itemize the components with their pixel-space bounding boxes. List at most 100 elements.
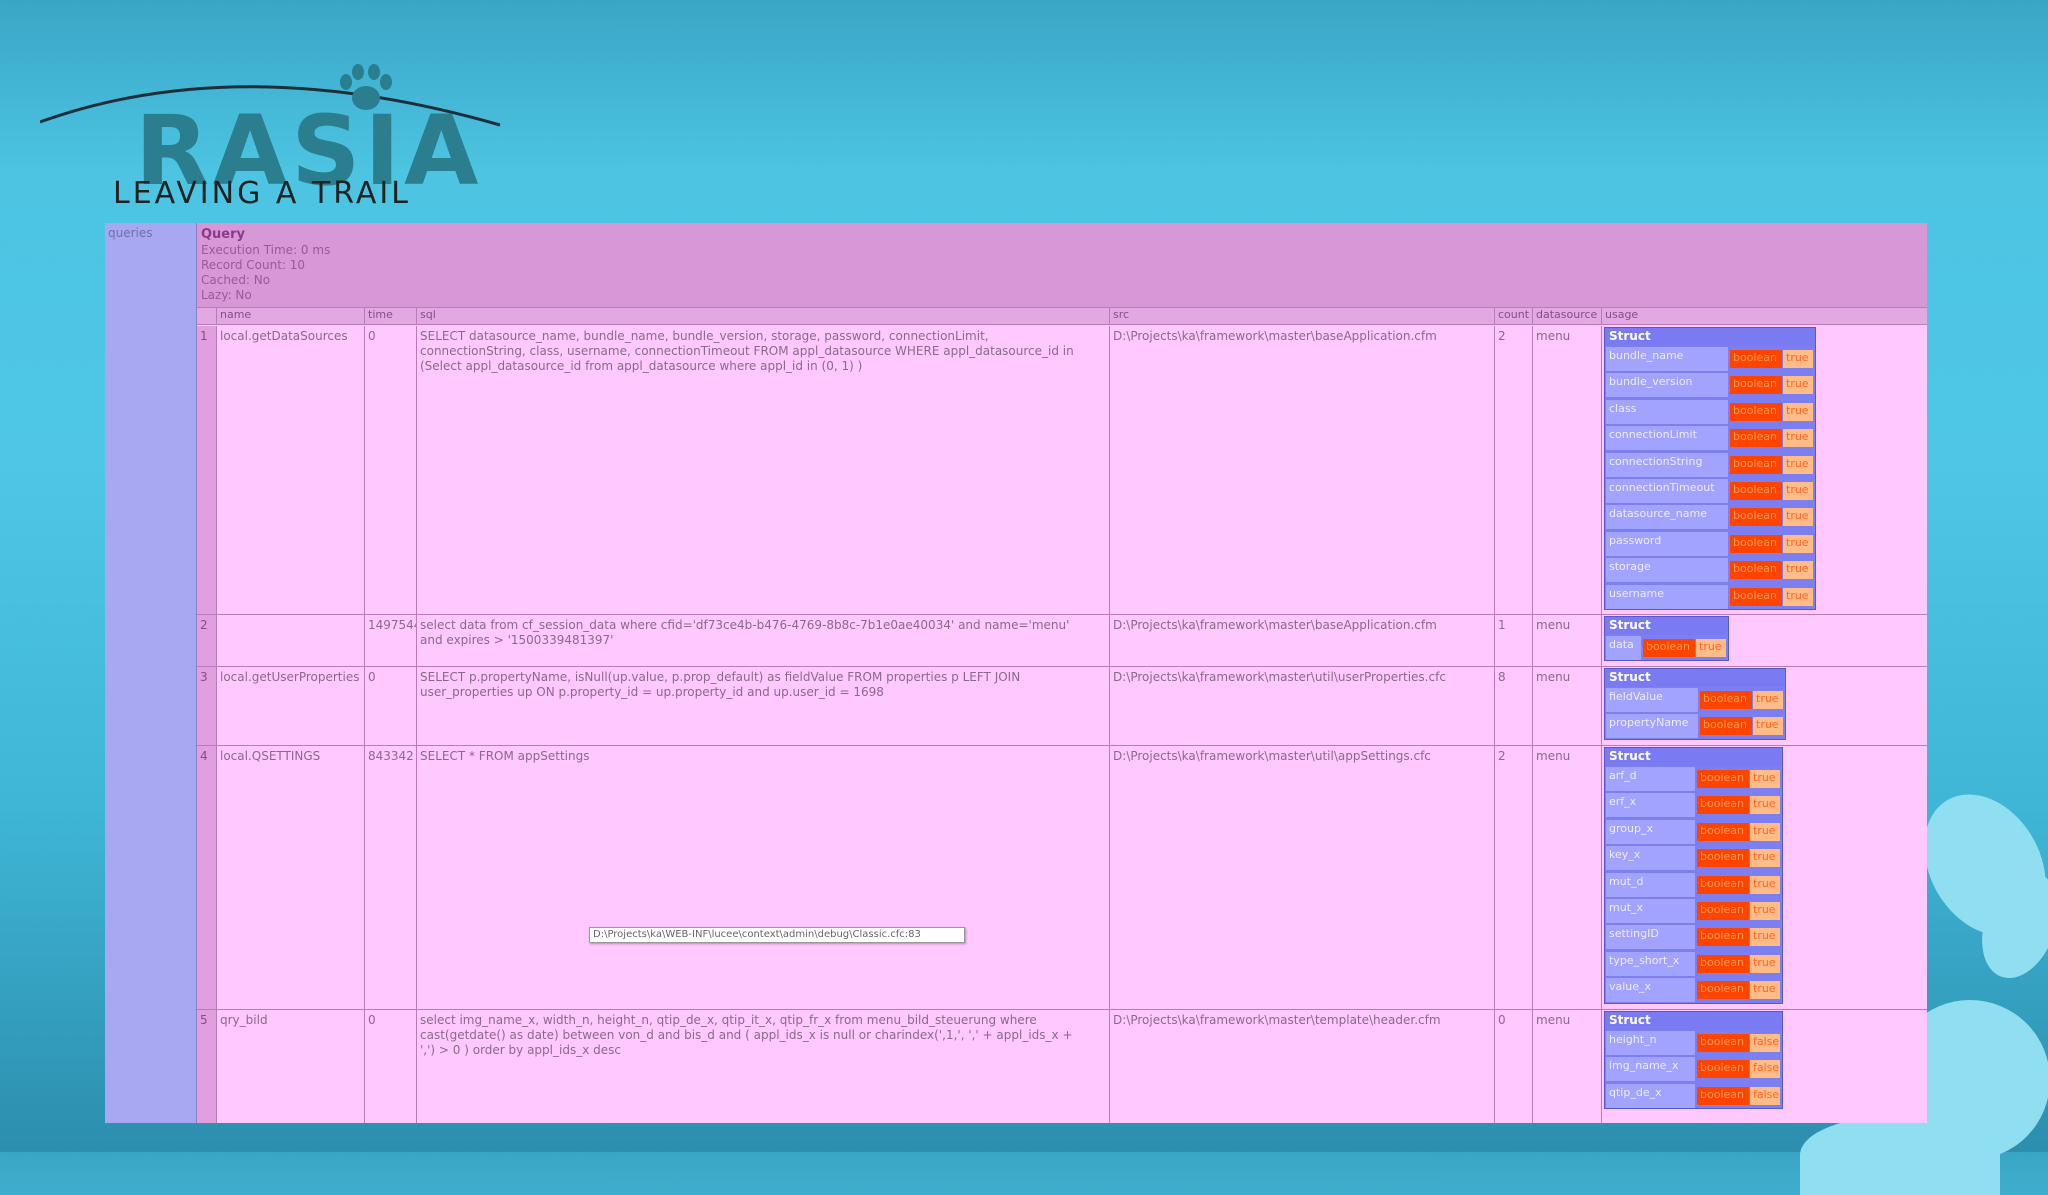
query-name-cell: local.getDataSources: [217, 326, 365, 615]
column-header-sql[interactable]: sql: [417, 308, 1110, 325]
struct-value: true: [1750, 770, 1780, 788]
query-time-cell: 0: [365, 326, 417, 615]
struct-value: true: [1750, 849, 1780, 868]
row-index-cell: 3: [197, 667, 217, 746]
struct-key: propertyName: [1606, 714, 1698, 739]
struct-row: datasource_name boolean true: [1605, 505, 1817, 530]
struct-header[interactable]: Struct: [1605, 669, 1785, 687]
struct-row: fieldValue boolean true: [1605, 688, 1787, 713]
column-header-count[interactable]: count: [1495, 308, 1533, 325]
struct-key: mut_x: [1606, 899, 1695, 923]
struct-value: true: [1783, 376, 1813, 395]
struct-row: height_n boolean false: [1605, 1031, 1784, 1056]
query-src-cell: D:\Projects\ka\framework\master\baseAppl…: [1110, 615, 1495, 667]
query-datasource-cell: menu: [1533, 746, 1602, 1010]
struct-type-badge: boolean: [1730, 402, 1782, 421]
struct-type-badge: boolean: [1730, 534, 1782, 553]
struct-row: settingID boolean true: [1605, 925, 1784, 950]
brand-logo: RASIA LEAVING A TRAIL: [40, 40, 520, 220]
query-sql-cell: SELECT datasource_name, bundle_name, bun…: [417, 326, 1110, 615]
query-header[interactable]: Query Execution Time: 0 ms Record Count:…: [197, 223, 1927, 308]
struct-row: group_x boolean true: [1605, 819, 1784, 845]
query-count-cell: 2: [1495, 746, 1533, 1010]
struct-type-badge: boolean: [1730, 376, 1782, 395]
column-header-src[interactable]: src: [1110, 308, 1495, 325]
struct-value: true: [1750, 954, 1780, 973]
usage-struct[interactable]: Struct data boolean true: [1604, 616, 1729, 662]
column-header-name[interactable]: name: [217, 308, 365, 325]
struct-type-badge: boolean: [1643, 639, 1695, 657]
struct-row: key_x boolean true: [1605, 846, 1784, 871]
struct-key: connectionLimit: [1606, 426, 1728, 451]
struct-row: qtip_de_x boolean false: [1605, 1083, 1784, 1109]
struct-row: mut_d boolean true: [1605, 872, 1784, 898]
struct-row: bundle_name boolean true: [1605, 347, 1817, 372]
struct-value: false: [1750, 1086, 1780, 1105]
struct-type-badge: boolean: [1697, 902, 1749, 920]
row-index-cell: 2: [197, 615, 217, 667]
struct-key: class: [1606, 399, 1728, 424]
header-cell-blank: [197, 308, 217, 325]
query-src-cell: D:\Projects\ka\framework\master\baseAppl…: [1110, 326, 1495, 615]
usage-struct[interactable]: Struct fieldValue boolean true propertyName b…: [1604, 668, 1786, 740]
query-sql-cell: SELECT * FROM appSettings: [417, 746, 1110, 1010]
column-header-datasource[interactable]: datasource: [1533, 308, 1602, 325]
column-header-time[interactable]: time: [365, 308, 417, 325]
query-name-cell: [217, 615, 365, 667]
query-meta-line: Execution Time: 0 ms: [201, 243, 331, 257]
row-index-cell: 1: [197, 326, 217, 615]
usage-struct[interactable]: Struct arf_d boolean true erf_x boolean true gr…: [1604, 747, 1783, 1004]
struct-value: true: [1750, 928, 1780, 947]
struct-value: true: [1696, 639, 1726, 657]
struct-row: bundle_version boolean true: [1605, 373, 1817, 398]
struct-row: storage boolean true: [1605, 558, 1817, 583]
struct-value: true: [1783, 402, 1813, 421]
struct-value: false: [1750, 1034, 1780, 1052]
queries-section-label[interactable]: queries: [105, 223, 197, 1123]
struct-row: erf_x boolean true: [1605, 793, 1784, 818]
usage-struct[interactable]: Struct height_n boolean false img_name_x bool…: [1604, 1011, 1784, 1110]
struct-type-badge: boolean: [1730, 350, 1782, 368]
struct-row: class boolean true: [1605, 399, 1817, 425]
struct-key: mut_d: [1606, 872, 1695, 897]
struct-key: password: [1606, 531, 1728, 556]
struct-type-badge: boolean: [1730, 429, 1782, 448]
struct-key: type_short_x: [1606, 951, 1695, 976]
query-datasource-cell: menu: [1533, 667, 1602, 746]
struct-type-badge: boolean: [1697, 981, 1749, 1000]
struct-row: mut_x boolean true: [1605, 899, 1784, 924]
struct-key: username: [1606, 584, 1728, 609]
source-tooltip: D:\Projects\ka\WEB-INF\lucee\context\adm…: [589, 927, 965, 943]
queries-label-text: queries: [108, 226, 153, 240]
struct-header[interactable]: Struct: [1605, 617, 1728, 635]
query-title: Query: [201, 227, 246, 242]
struct-type-badge: boolean: [1697, 875, 1749, 894]
struct-key: bundle_name: [1606, 347, 1728, 371]
struct-key: datasource_name: [1606, 505, 1728, 530]
struct-key: img_name_x: [1606, 1057, 1695, 1082]
query-src-cell: D:\Projects\ka\framework\master\template…: [1110, 1010, 1495, 1123]
query-src-cell: D:\Projects\ka\framework\master\util\use…: [1110, 667, 1495, 746]
struct-header[interactable]: Struct: [1605, 748, 1782, 766]
struct-value: true: [1753, 717, 1783, 736]
struct-header[interactable]: Struct: [1605, 1012, 1782, 1030]
brand-tagline: LEAVING A TRAIL: [113, 176, 411, 211]
struct-type-badge: boolean: [1697, 1086, 1749, 1105]
struct-key: key_x: [1606, 846, 1695, 871]
struct-row: value_x boolean true: [1605, 978, 1784, 1003]
usage-struct[interactable]: Struct bundle_name boolean true bundle_versi…: [1604, 327, 1816, 610]
struct-type-badge: boolean: [1730, 587, 1782, 606]
struct-type-badge: boolean: [1697, 928, 1749, 947]
struct-type-badge: boolean: [1697, 1060, 1749, 1079]
query-src-cell: D:\Projects\ka\framework\master\util\app…: [1110, 746, 1495, 1010]
struct-value: true: [1783, 587, 1813, 606]
struct-type-badge: boolean: [1700, 691, 1752, 709]
struct-key: settingID: [1606, 925, 1695, 950]
struct-key: connectionTimeout: [1606, 479, 1728, 503]
struct-key: height_n: [1606, 1031, 1695, 1055]
query-count-cell: 0: [1495, 1010, 1533, 1123]
struct-key: storage: [1606, 558, 1728, 583]
column-header-usage[interactable]: usage: [1602, 308, 1927, 325]
struct-header[interactable]: Struct: [1605, 328, 1815, 346]
struct-value: true: [1753, 691, 1783, 709]
